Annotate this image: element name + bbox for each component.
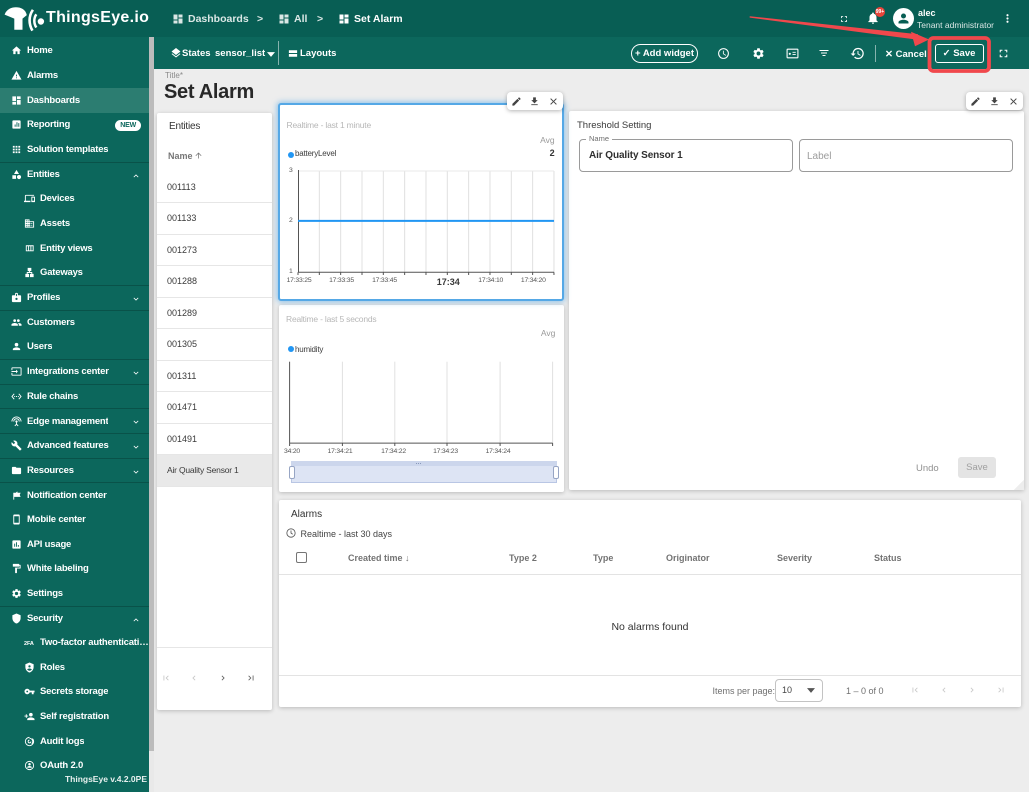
svg-text:2FA: 2FA	[24, 641, 34, 647]
